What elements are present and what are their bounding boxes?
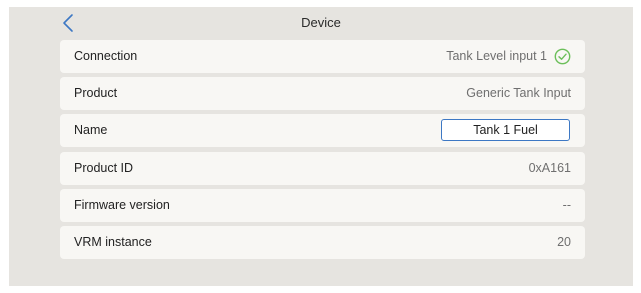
firmware-version-label: Firmware version [74, 198, 170, 212]
product-row: Product Generic Tank Input [60, 77, 585, 110]
name-row: Name [60, 114, 585, 147]
vrm-instance-row: VRM instance 20 [60, 226, 585, 259]
product-value: Generic Tank Input [466, 86, 571, 100]
connection-row: Connection Tank Level input 1 [60, 40, 585, 73]
product-id-value: 0xA161 [528, 161, 571, 175]
vrm-instance-label: VRM instance [74, 235, 152, 249]
device-page: Device Connection Tank Level input 1 Pro… [9, 7, 633, 286]
firmware-version-value: -- [562, 198, 571, 212]
name-label: Name [74, 123, 108, 137]
connection-value: Tank Level input 1 [446, 49, 547, 63]
product-id-row: Product ID 0xA161 [60, 152, 585, 185]
vrm-instance-value: 20 [557, 235, 571, 249]
name-input[interactable] [441, 119, 570, 141]
firmware-version-row: Firmware version -- [60, 189, 585, 222]
header: Device [9, 7, 633, 40]
page-title: Device [301, 15, 341, 30]
connection-label: Connection [74, 49, 138, 63]
product-id-label: Product ID [74, 161, 134, 175]
check-circle-icon [554, 48, 571, 65]
product-label: Product [74, 86, 118, 100]
